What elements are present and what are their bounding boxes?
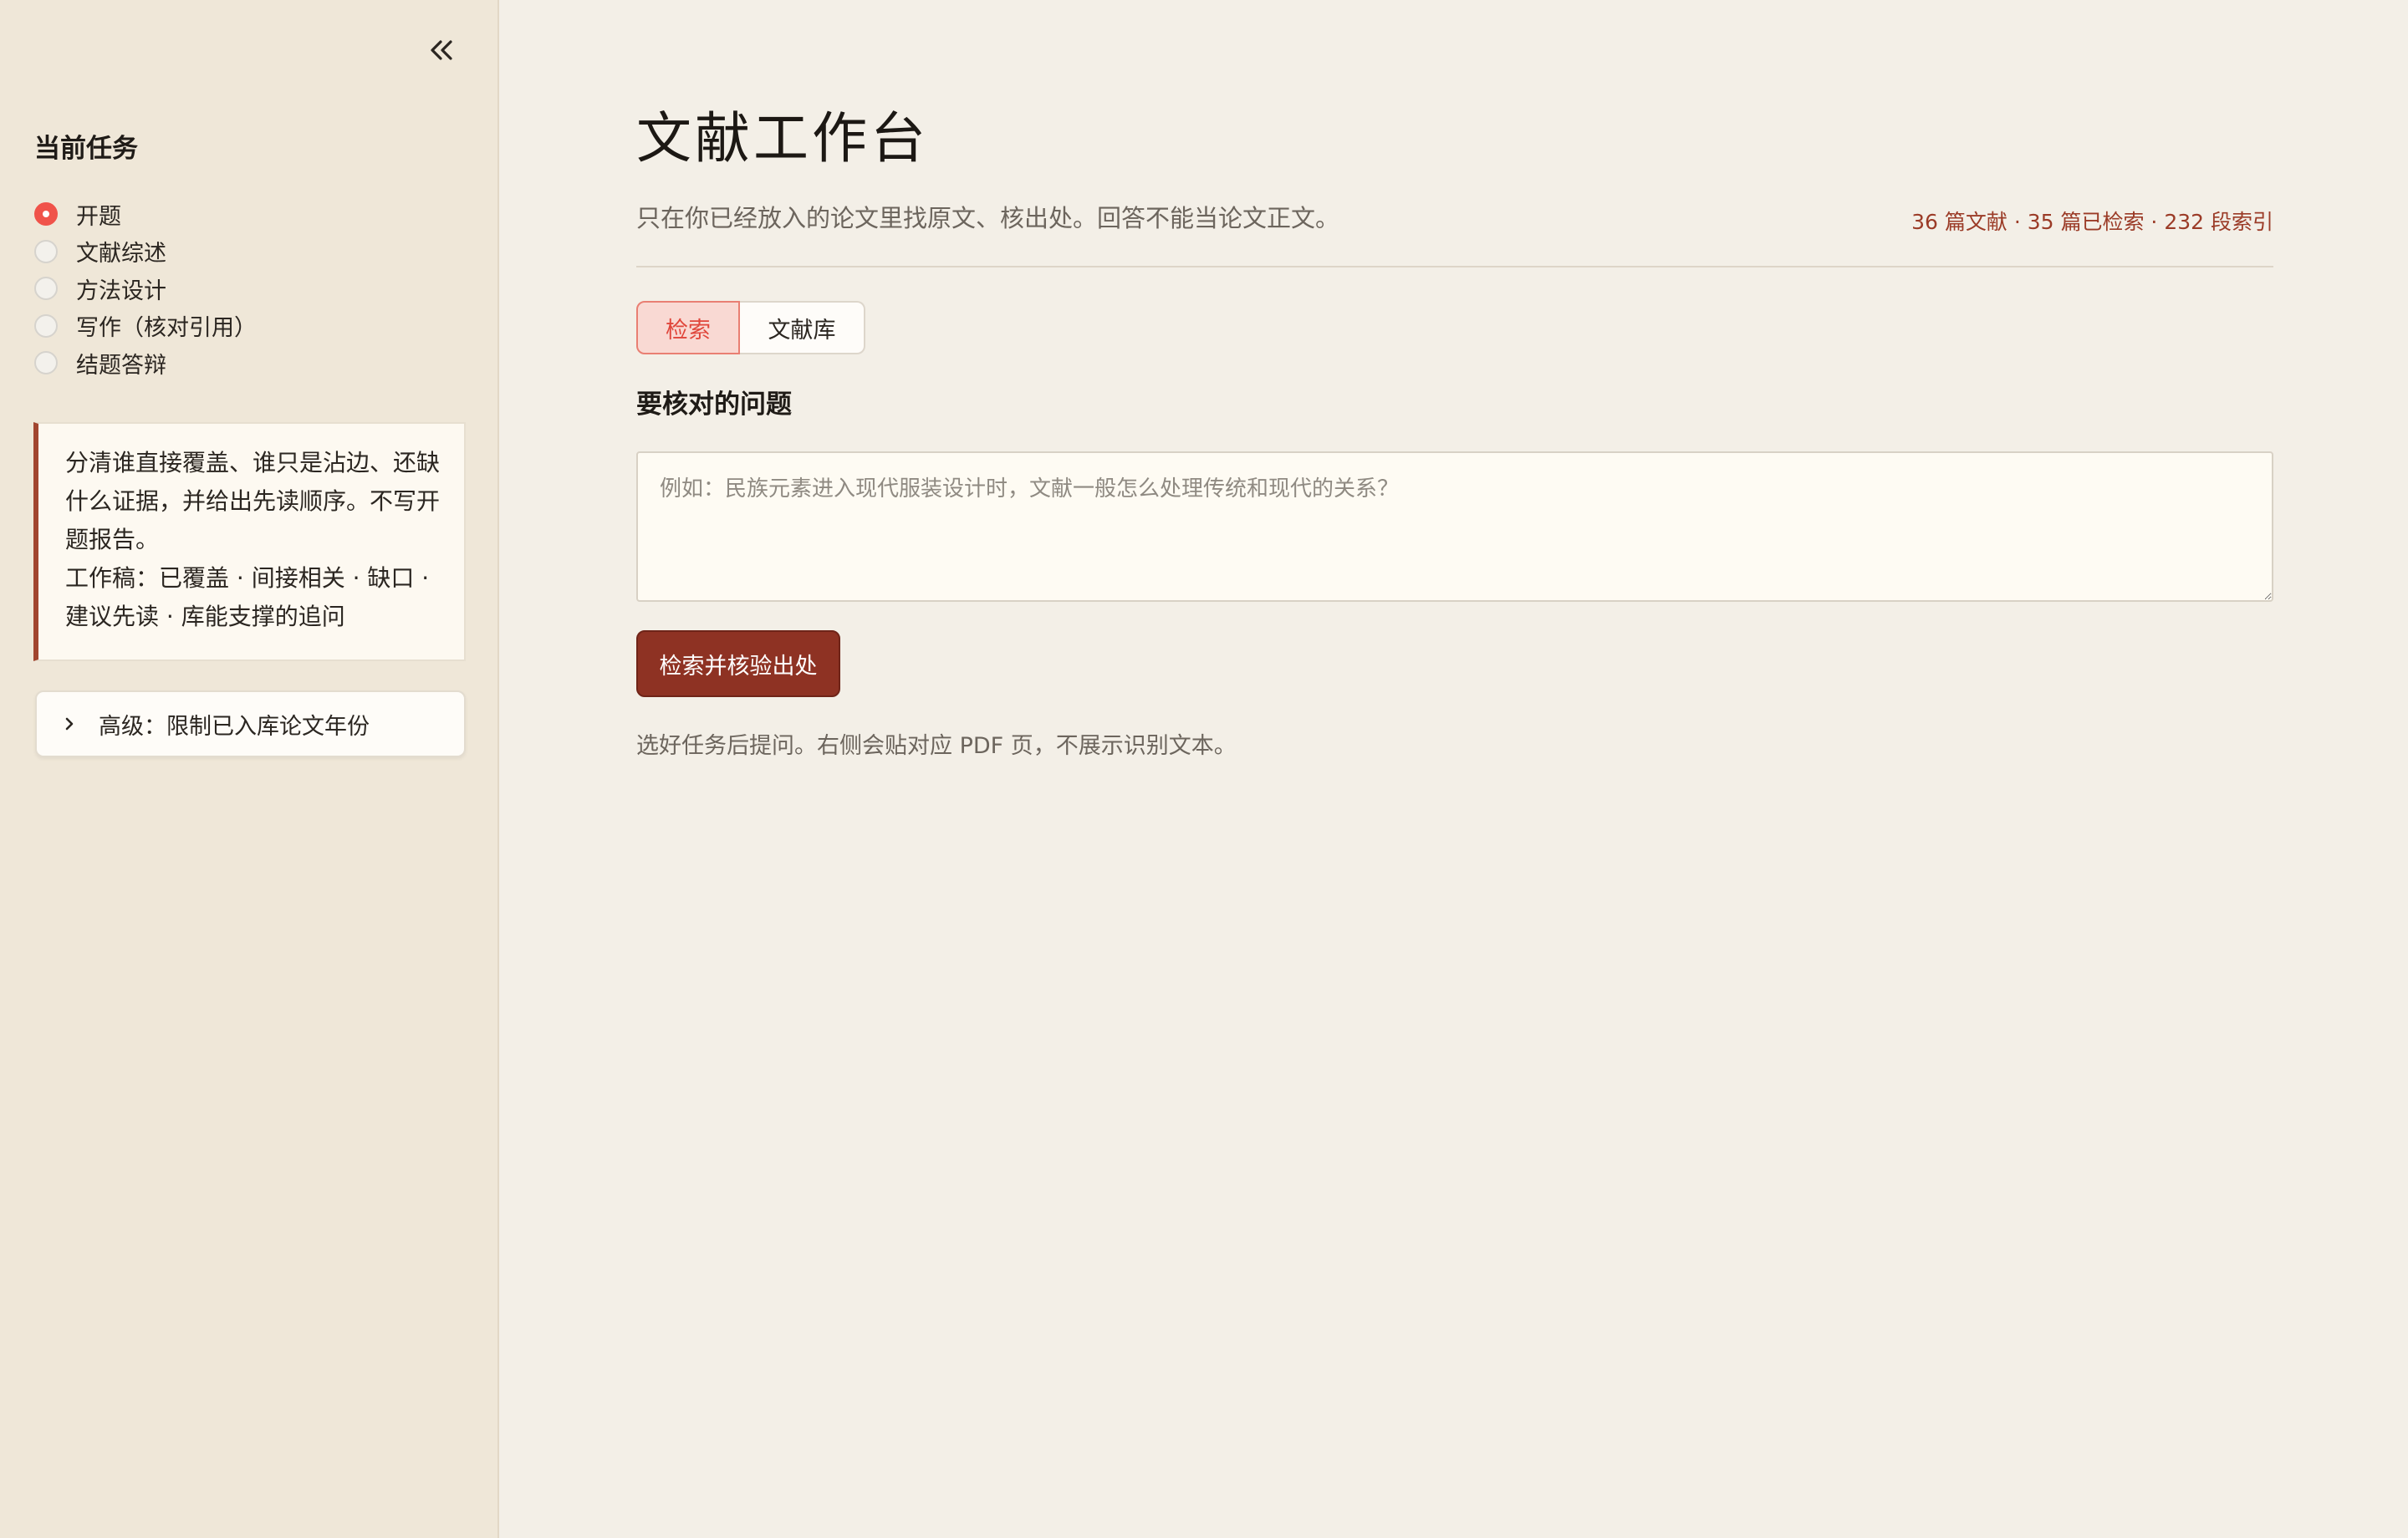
tab-library[interactable]: 文献库: [740, 301, 865, 354]
task-label: 文献综述: [76, 241, 166, 267]
sidebar: 当前任务 开题 文献综述 方法设计 写作（核对引用） 结题答辩 分清谁直接覆盖、…: [0, 0, 499, 1538]
page-title: 文献工作台: [636, 106, 929, 171]
radio-button[interactable]: [34, 277, 58, 301]
task-label: 开题: [76, 203, 121, 230]
question-input[interactable]: [636, 451, 2273, 602]
collapse-sidebar-button[interactable]: [418, 28, 465, 75]
view-tabs: 检索 文献库: [636, 301, 865, 354]
sidebar-heading: 当前任务: [34, 134, 138, 164]
radio-button[interactable]: [34, 313, 58, 338]
tab-search[interactable]: 检索: [636, 301, 740, 354]
double-chevron-left-icon: [427, 38, 456, 66]
app-window: 当前任务 开题 文献综述 方法设计 写作（核对引用） 结题答辩 分清谁直接覆盖、…: [0, 0, 2408, 1538]
task-description-text: 分清谁直接覆盖、谁只是沾边、还缺什么证据，并给出先读顺序。不写开题报告。: [65, 449, 441, 553]
question-field-label: 要核对的问题: [636, 390, 792, 420]
task-option-method-design[interactable]: 方法设计: [34, 270, 257, 308]
task-radio-group: 开题 文献综述 方法设计 写作（核对引用） 结题答辩: [34, 196, 257, 382]
advanced-year-filter-expander[interactable]: 高级：限制已入库论文年份: [35, 690, 466, 757]
advanced-filter-label: 高级：限制已入库论文年份: [99, 713, 370, 740]
search-verify-button[interactable]: 检索并核验出处: [636, 630, 840, 697]
header-divider: [636, 266, 2273, 267]
task-label: 方法设计: [76, 278, 166, 304]
radio-button-selected[interactable]: [34, 202, 58, 227]
chevron-right-icon: [64, 716, 75, 732]
library-stats: 36 篇文献 · 35 篇已检索 · 232 段索引: [1911, 210, 2273, 234]
usage-hint: 选好任务后提问。右侧会贴对应 PDF 页，不展示识别文本。: [636, 733, 1237, 759]
radio-button[interactable]: [34, 239, 58, 263]
task-description-card: 分清谁直接覆盖、谁只是沾边、还缺什么证据，并给出先读顺序。不写开题报告。 工作稿…: [33, 422, 466, 661]
task-label: 结题答辩: [76, 352, 166, 379]
task-label: 写作（核对引用）: [76, 315, 257, 342]
page-subtitle: 只在你已经放入的论文里找原文、核出处。回答不能当论文正文。: [636, 204, 1340, 232]
task-option-writing[interactable]: 写作（核对引用）: [34, 308, 257, 345]
task-option-literature-review[interactable]: 文献综述: [34, 233, 257, 271]
radio-button[interactable]: [34, 351, 58, 375]
task-draft-outline-text: 工作稿：已覆盖 · 间接相关 · 缺口 · 建议先读 · 库能支撑的追问: [65, 564, 430, 630]
task-option-defense[interactable]: 结题答辩: [34, 344, 257, 382]
main-panel: 文献工作台 只在你已经放入的论文里找原文、核出处。回答不能当论文正文。 36 篇…: [499, 0, 2408, 1538]
task-option-kaiti[interactable]: 开题: [34, 196, 257, 233]
